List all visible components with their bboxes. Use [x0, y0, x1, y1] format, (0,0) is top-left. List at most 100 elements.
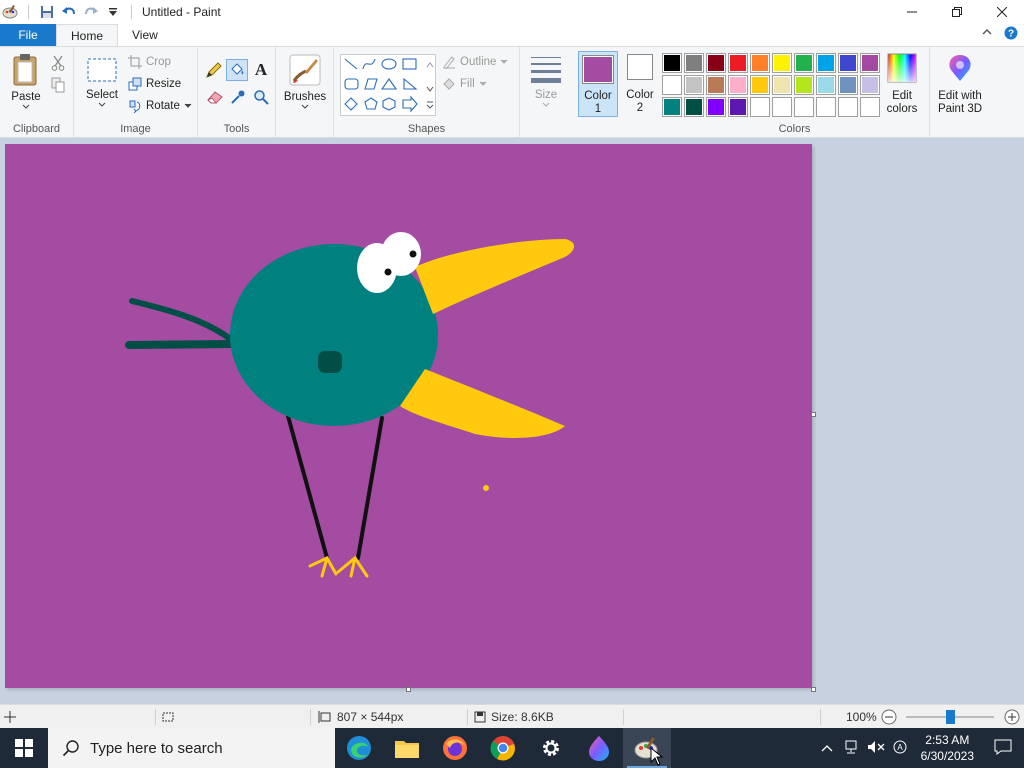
- save-icon[interactable]: [39, 4, 55, 20]
- taskbar-search-box[interactable]: Type here to search: [48, 728, 335, 768]
- edit-with-paint3d-button[interactable]: Edit with Paint 3D: [930, 53, 990, 116]
- color-swatch[interactable]: [816, 97, 836, 117]
- color2-button[interactable]: Color 2: [620, 54, 660, 115]
- tab-home[interactable]: Home: [56, 24, 119, 46]
- help-icon[interactable]: ?: [1004, 26, 1018, 43]
- tab-file[interactable]: File: [0, 24, 56, 46]
- color-swatch[interactable]: [706, 53, 726, 73]
- edit-colors-button[interactable]: Edit colors: [882, 53, 922, 116]
- clipboard-group: Paste Clipboard: [0, 47, 74, 138]
- chevron-down-icon: [184, 103, 192, 108]
- color-swatch[interactable]: [838, 97, 858, 117]
- color-swatch[interactable]: [728, 75, 748, 95]
- color-swatch[interactable]: [750, 53, 770, 73]
- resize-label: Resize: [146, 78, 182, 90]
- color-swatch[interactable]: [728, 53, 748, 73]
- collapse-ribbon-icon[interactable]: [982, 26, 992, 43]
- close-button[interactable]: [979, 0, 1024, 24]
- color-swatch[interactable]: [816, 75, 836, 95]
- resize-button[interactable]: Resize: [128, 74, 181, 94]
- zoom-in-button[interactable]: [1004, 705, 1020, 729]
- taskbar-edge[interactable]: [335, 728, 383, 768]
- tab-view[interactable]: View: [118, 24, 172, 46]
- minimize-button[interactable]: [889, 0, 934, 24]
- color-swatch[interactable]: [838, 53, 858, 73]
- color-swatch[interactable]: [662, 53, 682, 73]
- text-tool-icon[interactable]: A: [253, 60, 269, 81]
- color-swatch[interactable]: [772, 53, 792, 73]
- color-swatch[interactable]: [794, 53, 814, 73]
- size-button[interactable]: Size: [526, 55, 566, 108]
- taskbar-settings[interactable]: [527, 728, 575, 768]
- eraser-icon[interactable]: [206, 89, 224, 108]
- taskbar-paint3d[interactable]: [575, 728, 623, 768]
- color-swatch[interactable]: [728, 97, 748, 117]
- canvas-resize-handle-bottom[interactable]: [406, 687, 411, 692]
- paste-button[interactable]: Paste: [4, 53, 48, 110]
- drawing-canvas[interactable]: [5, 144, 816, 692]
- zoom-slider[interactable]: [906, 705, 994, 729]
- color1-button[interactable]: Color 1: [578, 51, 618, 117]
- cut-icon[interactable]: [51, 55, 65, 74]
- paint-app-icon[interactable]: [2, 4, 18, 20]
- color-swatch[interactable]: [750, 97, 770, 117]
- customize-toolbar-icon[interactable]: [105, 4, 121, 20]
- color-swatch[interactable]: [684, 97, 704, 117]
- start-button[interactable]: [0, 728, 48, 768]
- color-swatch[interactable]: [838, 75, 858, 95]
- color-swatch[interactable]: [860, 53, 880, 73]
- fill-button[interactable]: Fill: [442, 74, 487, 94]
- chevron-down-icon: [542, 102, 550, 107]
- canvas-area[interactable]: [0, 138, 1024, 704]
- color-swatch[interactable]: [794, 75, 814, 95]
- outline-button[interactable]: Outline: [442, 52, 508, 72]
- color-swatch[interactable]: [684, 53, 704, 73]
- zoom-slider-thumb[interactable]: [945, 709, 955, 724]
- color-swatch[interactable]: [662, 97, 682, 117]
- taskbar-paint[interactable]: [623, 728, 671, 768]
- color-swatch-fill: [862, 77, 878, 93]
- taskbar-file-explorer[interactable]: [383, 728, 431, 768]
- color-swatch[interactable]: [794, 97, 814, 117]
- crop-button[interactable]: Crop: [128, 52, 171, 72]
- color-swatch[interactable]: [750, 75, 770, 95]
- select-button[interactable]: Select: [80, 57, 124, 108]
- show-hidden-icons-button[interactable]: [815, 741, 839, 755]
- restore-button[interactable]: [934, 0, 979, 24]
- shapes-scroll-down-icon[interactable]: [426, 81, 434, 95]
- taskbar-clock[interactable]: 2:53 AM 6/30/2023: [911, 732, 984, 764]
- volume-muted-icon[interactable]: [863, 740, 889, 757]
- edge-icon: [347, 736, 371, 760]
- pencil-icon[interactable]: [205, 61, 223, 82]
- color-swatch[interactable]: [706, 97, 726, 117]
- shapes-expand-icon[interactable]: [426, 99, 434, 113]
- bird-tail-feather: [125, 340, 239, 349]
- brushes-button[interactable]: Brushes: [282, 53, 328, 110]
- color-swatch[interactable]: [772, 75, 792, 95]
- color-swatch[interactable]: [860, 75, 880, 95]
- color-picker-icon[interactable]: [230, 89, 246, 108]
- taskbar-chrome[interactable]: [479, 728, 527, 768]
- color-swatch[interactable]: [684, 75, 704, 95]
- canvas-resize-handle-right[interactable]: [811, 412, 816, 417]
- network-icon[interactable]: [839, 740, 863, 757]
- color-swatch[interactable]: [816, 53, 836, 73]
- taskbar-firefox[interactable]: [431, 728, 479, 768]
- fill-bucket-icon[interactable]: [226, 59, 248, 81]
- copy-icon[interactable]: [51, 77, 65, 96]
- status-divider: [155, 709, 156, 725]
- redo-icon[interactable]: [83, 4, 99, 20]
- zoom-out-button[interactable]: [881, 705, 897, 729]
- rotate-button[interactable]: Rotate: [128, 96, 192, 116]
- color-swatch[interactable]: [860, 97, 880, 117]
- shapes-gallery[interactable]: [340, 54, 436, 116]
- color-swatch[interactable]: [772, 97, 792, 117]
- undo-icon[interactable]: [61, 4, 77, 20]
- color-swatch[interactable]: [662, 75, 682, 95]
- color-swatch[interactable]: [706, 75, 726, 95]
- canvas-resize-handle-corner[interactable]: [811, 687, 816, 692]
- input-indicator-icon[interactable]: A: [889, 740, 911, 757]
- action-center-button[interactable]: [984, 739, 1024, 758]
- shapes-scroll-up-icon[interactable]: [426, 57, 434, 71]
- magnifier-icon[interactable]: [253, 89, 269, 108]
